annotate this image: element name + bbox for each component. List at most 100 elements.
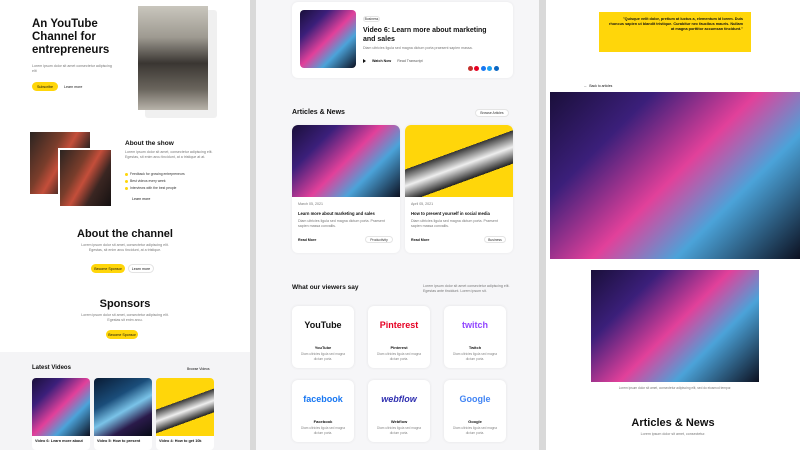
image-caption: Lorem ipsum dolor sit amet, consectetur … [618, 386, 732, 390]
article-inline-image [591, 270, 759, 382]
transcript-link[interactable]: Read Transcript [397, 59, 422, 63]
video-title: Video 6: Learn more about [35, 439, 83, 443]
featured-thumbnail [300, 10, 356, 68]
brand-card-webflow: webflow Webflow Diam ultricies ligula se… [368, 380, 430, 442]
about-show-text: Lorem ipsum dolor sit amet, consectetur … [125, 150, 213, 159]
check-icon [125, 186, 128, 190]
play-icon [363, 59, 366, 63]
article-image [292, 125, 400, 197]
left-page-panel: An YouTube Channel for entrepreneurs Lor… [0, 0, 250, 450]
bullet-item: Best videos every week [125, 179, 185, 183]
brand-card-google: Google Google Diam ultricies ligula sed … [444, 380, 506, 442]
article-card[interactable]: March 05, 2021 Learn more about marketin… [292, 125, 400, 253]
featured-tag: Business [363, 16, 380, 22]
browse-videos-link[interactable]: Browse Videos [187, 367, 210, 371]
social-share [466, 58, 499, 76]
sponsors-title: Sponsors [99, 298, 151, 310]
brand-description: Diam ultricies ligula sed magna dictum p… [452, 426, 498, 435]
about-show-bullets: Feedback for growing entrepreneurs Best … [125, 172, 185, 193]
brand-card-youtube: YouTube YouTube Diam ultricies ligula se… [292, 306, 354, 368]
hero-photo [138, 6, 208, 110]
latest-videos-title: Latest Videos [32, 365, 71, 371]
check-icon [125, 179, 128, 183]
article-hero-image [550, 92, 800, 259]
video-card[interactable]: Video 4: How to get 10k [156, 378, 214, 450]
article-description: Diam ultricies ligula sed magna dictum p… [411, 219, 498, 228]
about-show-link[interactable]: Learn more [132, 197, 150, 201]
youtube-icon[interactable] [467, 66, 473, 71]
webflow-logo-icon: webflow [381, 394, 417, 404]
video-thumbnail [94, 378, 152, 436]
article-card[interactable]: April 05, 2021 How to present yourself i… [405, 125, 513, 253]
subscribe-button[interactable]: Subscribe [32, 82, 58, 91]
middle-page-panel: Business Video 6: Learn more about marke… [256, 0, 539, 450]
article-tag[interactable]: Productivity [365, 236, 393, 243]
video-thumbnail [156, 378, 214, 436]
sponsor-button[interactable]: Become Sponsor [106, 330, 138, 339]
pinterest-logo-icon: Pinterest [379, 320, 419, 330]
back-to-articles-link[interactable]: ← Back to articles [584, 84, 612, 88]
hero-subtitle: Lorem ipsum dolor sit amet consectetur a… [32, 64, 112, 73]
brand-description: Diam ultricies ligula sed magna dictum p… [300, 426, 346, 435]
viewers-text: Lorem ipsum dolor sit amet consectetur a… [423, 284, 510, 293]
read-more-link[interactable]: Read More [298, 238, 316, 242]
right-page-panel: "Quisque velit dolor, pretium at luctus … [546, 0, 800, 450]
twitter-icon[interactable] [487, 66, 492, 71]
video-card[interactable]: Video 6: Learn more about [32, 378, 90, 450]
featured-video-card[interactable]: Business Video 6: Learn more about marke… [292, 2, 513, 78]
featured-title: Video 6: Learn more about marketing and … [363, 27, 487, 43]
show-photo-front [58, 148, 113, 208]
google-logo-icon: Google [459, 394, 491, 404]
quote-block: "Quisque velit dolor, pretium at luctus … [599, 12, 751, 52]
about-channel-title: About the channel [77, 228, 173, 240]
learn-more-button[interactable]: Learn more [128, 264, 154, 273]
articles-title: Articles & News [292, 109, 345, 116]
brand-description: Diam ultricies ligula sed magna dictum p… [376, 352, 422, 361]
brand-name: YouTube [314, 345, 332, 350]
article-tag[interactable]: Business [484, 236, 506, 243]
viewers-title: What our viewers say [292, 284, 359, 291]
linkedin-icon[interactable] [493, 66, 499, 71]
become-sponsor-button[interactable]: Become Sponsor [91, 264, 125, 273]
video-thumbnail [32, 378, 90, 436]
bullet-item: Feedback for growing entrepreneurs [125, 172, 185, 176]
articles-news-title: Articles & News [631, 417, 715, 429]
pinterest-icon[interactable] [474, 66, 479, 71]
brand-card-facebook: facebook Facebook Diam ultricies ligula … [292, 380, 354, 442]
article-description: Diam ultricies ligula sed magna dictum p… [298, 219, 385, 228]
article-date: April 05, 2021 [411, 202, 434, 206]
quote-text: "Quisque velit dolor, pretium at luctus … [609, 17, 743, 32]
brand-name: Google [468, 419, 482, 424]
learn-more-link[interactable]: Learn more [64, 85, 82, 89]
brand-name: Facebook [313, 419, 333, 424]
twitch-logo-icon: twitch [462, 320, 488, 330]
featured-description: Diam ultricies ligula sed magna dictum p… [363, 46, 473, 50]
facebook-logo-icon: facebook [303, 394, 343, 404]
arrow-left-icon: ← [584, 84, 588, 88]
video-card[interactable]: Video 5: How to present [94, 378, 152, 450]
brand-name: Webflow [390, 419, 408, 424]
watch-now-link[interactable]: Watch Now [372, 59, 391, 63]
brand-description: Diam ultricies ligula sed magna dictum p… [376, 426, 422, 435]
video-title: Video 5: How to present [97, 439, 141, 443]
article-title: Learn more about marketing and sales [298, 211, 375, 216]
brand-name: Pinterest [390, 345, 408, 350]
video-title: Video 4: How to get 10k [159, 439, 202, 443]
article-date: March 05, 2021 [298, 202, 323, 206]
facebook-icon[interactable] [480, 66, 486, 71]
article-image [405, 125, 513, 197]
check-icon [125, 172, 128, 176]
youtube-logo-icon: YouTube [304, 320, 342, 330]
sponsors-text: Lorem ipsum dolor sit amet, consectetur … [81, 313, 169, 322]
articles-news-text: Lorem ipsum dolor sit amet, consectetur. [640, 432, 706, 436]
about-show-title: About the show [125, 140, 174, 147]
bullet-item: Interviews with the best people [125, 186, 185, 190]
brand-card-pinterest: Pinterest Pinterest Diam ultricies ligul… [368, 306, 430, 368]
browse-articles-button[interactable]: Browse Articles [475, 109, 509, 117]
brand-card-twitch: twitch Twitch Diam ultricies ligula sed … [444, 306, 506, 368]
about-channel-text: Lorem ipsum dolor sit amet, consectetur … [81, 243, 169, 252]
hero-title: An YouTube Channel for entrepreneurs [32, 18, 110, 56]
brand-description: Diam ultricies ligula sed magna dictum p… [300, 352, 346, 361]
watch-now-row: Watch Now Read Transcript [363, 59, 423, 63]
read-more-link[interactable]: Read More [411, 238, 429, 242]
